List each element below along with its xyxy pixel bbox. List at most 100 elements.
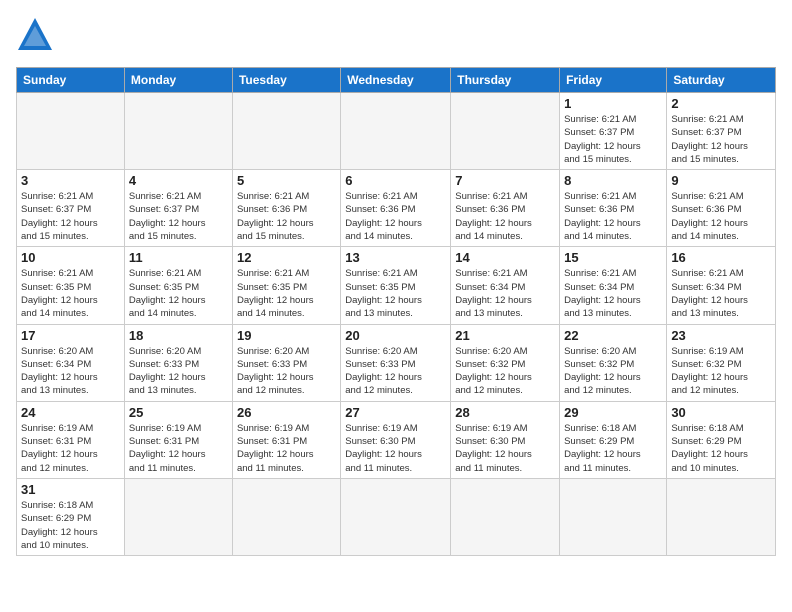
day-info: Sunrise: 6:21 AM Sunset: 6:34 PM Dayligh…	[564, 267, 662, 320]
calendar-day-cell: 28 Sunrise: 6:19 AM Sunset: 6:30 PM Dayli…	[451, 401, 560, 478]
day-number: 3	[21, 173, 120, 188]
calendar-day-cell: 4 Sunrise: 6:21 AM Sunset: 6:37 PM Daylig…	[124, 170, 232, 247]
calendar-week-row: 17 Sunrise: 6:20 AM Sunset: 6:34 PM Dayli…	[17, 324, 776, 401]
day-number: 11	[129, 250, 228, 265]
day-info: Sunrise: 6:21 AM Sunset: 6:36 PM Dayligh…	[564, 190, 662, 243]
day-info: Sunrise: 6:21 AM Sunset: 6:37 PM Dayligh…	[564, 113, 662, 166]
day-info: Sunrise: 6:21 AM Sunset: 6:36 PM Dayligh…	[455, 190, 555, 243]
weekday-header-wednesday: Wednesday	[341, 68, 451, 93]
calendar-day-cell: 29Sunrise: 6:18 AM Sunset: 6:29 PM Dayli…	[560, 401, 667, 478]
day-info: Sunrise: 6:20 AM Sunset: 6:32 PM Dayligh…	[564, 345, 662, 398]
day-number: 25	[129, 405, 228, 420]
calendar-day-cell	[667, 478, 776, 555]
calendar-day-cell: 25Sunrise: 6:19 AM Sunset: 6:31 PM Dayli…	[124, 401, 232, 478]
calendar-day-cell	[124, 478, 232, 555]
day-number: 22	[564, 328, 662, 343]
calendar-day-cell: 3 Sunrise: 6:21 AM Sunset: 6:37 PM Daylig…	[17, 170, 125, 247]
day-info: Sunrise: 6:21 AM Sunset: 6:36 PM Dayligh…	[345, 190, 446, 243]
calendar-day-cell: 1Sunrise: 6:21 AM Sunset: 6:37 PM Daylig…	[560, 93, 667, 170]
day-number: 6	[345, 173, 446, 188]
day-info: Sunrise: 6:19 AM Sunset: 6:30 PM Dayligh…	[455, 422, 555, 475]
day-number: 7	[455, 173, 555, 188]
calendar-day-cell: 18 Sunrise: 6:20 AM Sunset: 6:33 PM Dayli…	[124, 324, 232, 401]
calendar-day-cell: 11 Sunrise: 6:21 AM Sunset: 6:35 PM Dayli…	[124, 247, 232, 324]
calendar-week-row: 31 Sunrise: 6:18 AM Sunset: 6:29 PM Dayli…	[17, 478, 776, 555]
calendar-day-cell: 31 Sunrise: 6:18 AM Sunset: 6:29 PM Dayli…	[17, 478, 125, 555]
day-info: Sunrise: 6:21 AM Sunset: 6:37 PM Dayligh…	[21, 190, 120, 243]
day-number: 24	[21, 405, 120, 420]
day-info: Sunrise: 6:20 AM Sunset: 6:33 PM Dayligh…	[345, 345, 446, 398]
day-number: 19	[237, 328, 336, 343]
calendar-day-cell	[124, 93, 232, 170]
calendar-day-cell: 13 Sunrise: 6:21 AM Sunset: 6:35 PM Dayli…	[341, 247, 451, 324]
calendar-day-cell	[560, 478, 667, 555]
day-number: 4	[129, 173, 228, 188]
day-number: 30	[671, 405, 771, 420]
calendar-day-cell: 23Sunrise: 6:19 AM Sunset: 6:32 PM Dayli…	[667, 324, 776, 401]
calendar-day-cell: 19 Sunrise: 6:20 AM Sunset: 6:33 PM Dayli…	[232, 324, 340, 401]
day-number: 14	[455, 250, 555, 265]
calendar-day-cell: 8 Sunrise: 6:21 AM Sunset: 6:36 PM Daylig…	[560, 170, 667, 247]
day-number: 20	[345, 328, 446, 343]
calendar-day-cell: 14 Sunrise: 6:21 AM Sunset: 6:34 PM Dayli…	[451, 247, 560, 324]
day-number: 5	[237, 173, 336, 188]
calendar-table: SundayMondayTuesdayWednesdayThursdayFrid…	[16, 67, 776, 556]
day-info: Sunrise: 6:21 AM Sunset: 6:35 PM Dayligh…	[129, 267, 228, 320]
day-number: 8	[564, 173, 662, 188]
calendar-day-cell: 10 Sunrise: 6:21 AM Sunset: 6:35 PM Dayli…	[17, 247, 125, 324]
calendar-day-cell	[341, 93, 451, 170]
day-info: Sunrise: 6:20 AM Sunset: 6:33 PM Dayligh…	[129, 345, 228, 398]
logo-area	[16, 16, 58, 59]
calendar-day-cell: 9Sunrise: 6:21 AM Sunset: 6:36 PM Daylig…	[667, 170, 776, 247]
day-number: 31	[21, 482, 120, 497]
calendar-day-cell: 24Sunrise: 6:19 AM Sunset: 6:31 PM Dayli…	[17, 401, 125, 478]
weekday-header-tuesday: Tuesday	[232, 68, 340, 93]
day-number: 13	[345, 250, 446, 265]
day-number: 28	[455, 405, 555, 420]
day-info: Sunrise: 6:19 AM Sunset: 6:32 PM Dayligh…	[671, 345, 771, 398]
calendar-day-cell: 17 Sunrise: 6:20 AM Sunset: 6:34 PM Dayli…	[17, 324, 125, 401]
day-number: 10	[21, 250, 120, 265]
weekday-header-thursday: Thursday	[451, 68, 560, 93]
calendar-day-cell: 27 Sunrise: 6:19 AM Sunset: 6:30 PM Dayli…	[341, 401, 451, 478]
calendar-day-cell: 20 Sunrise: 6:20 AM Sunset: 6:33 PM Dayli…	[341, 324, 451, 401]
day-info: Sunrise: 6:21 AM Sunset: 6:37 PM Dayligh…	[129, 190, 228, 243]
day-info: Sunrise: 6:21 AM Sunset: 6:36 PM Dayligh…	[237, 190, 336, 243]
day-info: Sunrise: 6:18 AM Sunset: 6:29 PM Dayligh…	[21, 499, 120, 552]
day-info: Sunrise: 6:21 AM Sunset: 6:35 PM Dayligh…	[237, 267, 336, 320]
calendar-week-row: 24Sunrise: 6:19 AM Sunset: 6:31 PM Dayli…	[17, 401, 776, 478]
calendar-day-cell: 16 Sunrise: 6:21 AM Sunset: 6:34 PM Dayli…	[667, 247, 776, 324]
day-info: Sunrise: 6:21 AM Sunset: 6:35 PM Dayligh…	[345, 267, 446, 320]
calendar-day-cell: 7 Sunrise: 6:21 AM Sunset: 6:36 PM Daylig…	[451, 170, 560, 247]
day-info: Sunrise: 6:19 AM Sunset: 6:30 PM Dayligh…	[345, 422, 446, 475]
day-info: Sunrise: 6:20 AM Sunset: 6:32 PM Dayligh…	[455, 345, 555, 398]
calendar-day-cell: 30Sunrise: 6:18 AM Sunset: 6:29 PM Dayli…	[667, 401, 776, 478]
calendar-day-cell: 5 Sunrise: 6:21 AM Sunset: 6:36 PM Daylig…	[232, 170, 340, 247]
day-info: Sunrise: 6:20 AM Sunset: 6:33 PM Dayligh…	[237, 345, 336, 398]
day-number: 26	[237, 405, 336, 420]
day-number: 9	[671, 173, 771, 188]
calendar-day-cell	[451, 478, 560, 555]
calendar-day-cell	[341, 478, 451, 555]
weekday-header-row: SundayMondayTuesdayWednesdayThursdayFrid…	[17, 68, 776, 93]
day-number: 16	[671, 250, 771, 265]
day-info: Sunrise: 6:20 AM Sunset: 6:34 PM Dayligh…	[21, 345, 120, 398]
calendar-week-row: 3 Sunrise: 6:21 AM Sunset: 6:37 PM Daylig…	[17, 170, 776, 247]
calendar-day-cell: 6 Sunrise: 6:21 AM Sunset: 6:36 PM Daylig…	[341, 170, 451, 247]
weekday-header-sunday: Sunday	[17, 68, 125, 93]
day-info: Sunrise: 6:21 AM Sunset: 6:35 PM Dayligh…	[21, 267, 120, 320]
weekday-header-monday: Monday	[124, 68, 232, 93]
day-info: Sunrise: 6:21 AM Sunset: 6:34 PM Dayligh…	[671, 267, 771, 320]
calendar-day-cell: 15 Sunrise: 6:21 AM Sunset: 6:34 PM Dayli…	[560, 247, 667, 324]
weekday-header-friday: Friday	[560, 68, 667, 93]
calendar-day-cell	[232, 478, 340, 555]
calendar-day-cell	[451, 93, 560, 170]
day-info: Sunrise: 6:21 AM Sunset: 6:34 PM Dayligh…	[455, 267, 555, 320]
day-number: 21	[455, 328, 555, 343]
day-number: 27	[345, 405, 446, 420]
day-number: 17	[21, 328, 120, 343]
day-number: 2	[671, 96, 771, 111]
day-number: 15	[564, 250, 662, 265]
calendar-day-cell	[17, 93, 125, 170]
day-number: 18	[129, 328, 228, 343]
